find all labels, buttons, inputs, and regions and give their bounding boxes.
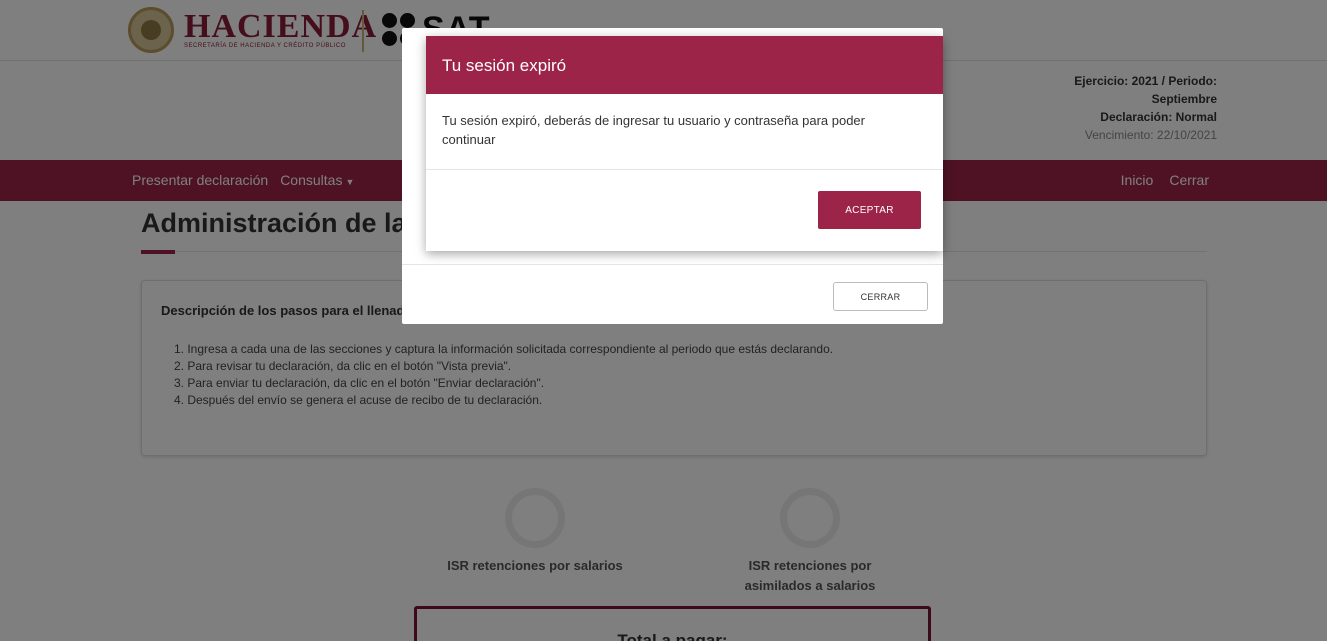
close-button[interactable]: CERRAR bbox=[833, 282, 928, 311]
session-expired-dialog: Tu sesión expiró Tu sesión expiró, deber… bbox=[426, 36, 943, 251]
dialog-divider bbox=[426, 169, 943, 170]
background-modal-footer: CERRAR bbox=[402, 264, 943, 324]
dialog-title: Tu sesión expiró bbox=[442, 56, 567, 75]
accept-button[interactable]: ACEPTAR bbox=[818, 191, 921, 229]
dialog-header: Tu sesión expiró bbox=[426, 36, 943, 94]
dialog-message: Tu sesión expiró, deberás de ingresar tu… bbox=[442, 113, 865, 147]
